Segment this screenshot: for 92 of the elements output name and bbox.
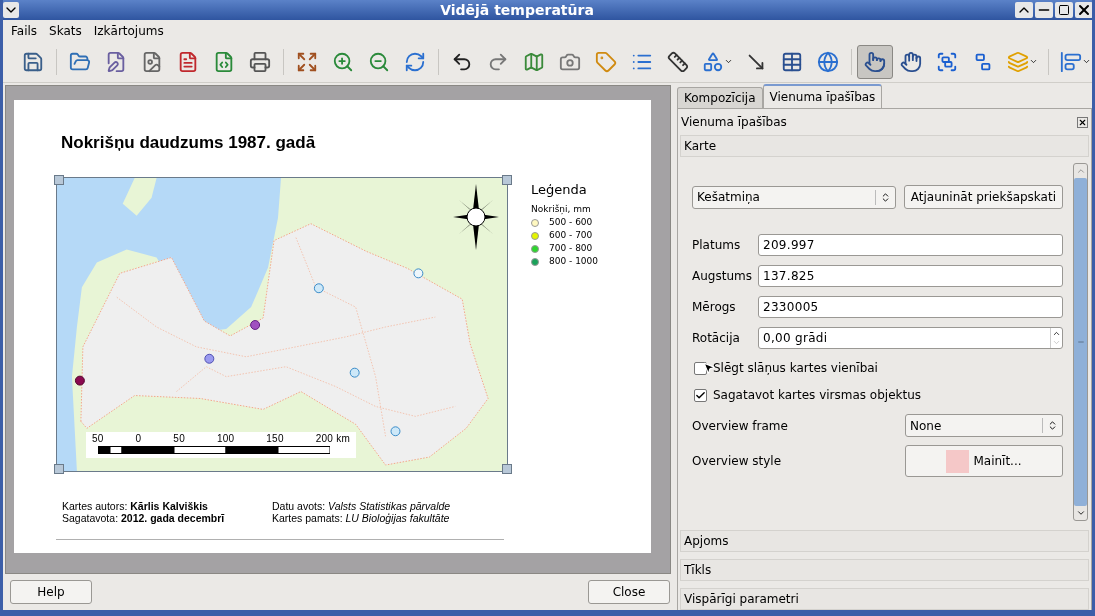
table-icon: [781, 50, 803, 73]
legend-label: 800 - 1000: [549, 254, 599, 268]
credit-text: Sagatavota: 2012. gada decembrī: [62, 512, 225, 524]
scale-label: 150: [266, 433, 284, 445]
resize-handle[interactable]: [502, 175, 512, 185]
preview-mode-select[interactable]: Kešatmiņa: [692, 185, 896, 209]
window-menu-icon[interactable]: [3, 2, 19, 18]
field-label: Augstums: [692, 268, 753, 285]
field-label: Rotācija: [692, 330, 741, 347]
section-header[interactable]: Tīkls: [680, 559, 1089, 581]
checkbox-label: Sagatavot kartes virsmas objektus: [713, 387, 922, 404]
text-field[interactable]: 209.997: [758, 234, 1063, 256]
hand-icon: [900, 50, 922, 73]
zoom-in-icon: [332, 50, 354, 73]
shapes-icon: [701, 50, 724, 73]
scrollbar[interactable]: [1073, 163, 1088, 521]
caret-icon: [1081, 57, 1091, 66]
change-style-button[interactable]: Mainīt...: [905, 445, 1063, 477]
grip-icon: [1076, 338, 1085, 346]
update-preview-button[interactable]: Atjaunināt priekšapskati: [903, 185, 1063, 209]
legend-label: 600 - 700: [549, 228, 593, 242]
align-icon: [1059, 50, 1082, 73]
zoom-out-icon: [368, 50, 390, 73]
scroll-down-icon[interactable]: [1075, 508, 1086, 518]
folder-icon: [69, 50, 91, 73]
menu-item[interactable]: Izkārtojums: [93, 21, 164, 40]
field-label: Overview style: [692, 453, 782, 470]
resize-handle[interactable]: [54, 175, 64, 185]
section-header[interactable]: Karte: [680, 135, 1089, 157]
panel-tab[interactable]: Kompozīcija: [677, 87, 763, 108]
checkbox[interactable]: [694, 388, 707, 402]
close-icon[interactable]: [1077, 116, 1088, 128]
section-header[interactable]: Vispārīgi parametri: [680, 588, 1089, 610]
edit-file-icon: [105, 50, 127, 73]
scroll-thumb[interactable]: [1074, 178, 1087, 506]
resize-handle[interactable]: [502, 464, 512, 474]
ruler-icon: [667, 50, 689, 73]
scale-label: 50: [92, 433, 104, 445]
window-title: Vidējā temperatūra: [439, 0, 595, 20]
pdf-file-icon: [177, 50, 199, 73]
toolbar-button[interactable]: [857, 44, 893, 79]
map-icon: [523, 50, 545, 73]
help-button[interactable]: Help: [10, 580, 92, 604]
close-button[interactable]: Close: [588, 580, 670, 604]
map-title: Nokrišņu daudzums 1987. gadā: [61, 132, 316, 154]
group-icon: [936, 50, 958, 73]
layers-icon: [1006, 50, 1029, 73]
panel-tab[interactable]: Vienuma īpašības: [762, 84, 883, 108]
menu-item[interactable]: Skats: [49, 21, 82, 40]
text-field[interactable]: 137.825: [758, 265, 1063, 287]
dock-title: Vienuma īpašības: [681, 114, 787, 131]
caret-icon: [1028, 57, 1038, 66]
overview-frame-select[interactable]: None: [905, 414, 1063, 437]
step-up-icon[interactable]: [1052, 329, 1061, 338]
field-label: Overview frame: [692, 417, 788, 435]
style-swatch: [946, 449, 970, 473]
credit-text: Kartes pamats: LU Bioloģijas fakultāte: [272, 512, 451, 524]
refresh-icon: [404, 50, 426, 73]
legend-title: Leģenda: [531, 181, 588, 199]
legend-label: 700 - 800: [549, 241, 593, 255]
save-icon: [22, 50, 44, 73]
image-file-icon: [141, 50, 163, 73]
scale-label: 200 km: [315, 433, 350, 445]
section-header[interactable]: Apjoms: [680, 530, 1089, 552]
spinner-icon: [1047, 420, 1058, 431]
printer-icon: [249, 50, 271, 73]
scale-label: 50: [173, 433, 185, 445]
menu-item[interactable]: Fails: [11, 21, 38, 40]
resize-handle[interactable]: [54, 464, 64, 474]
minimize-icon[interactable]: [1035, 2, 1053, 18]
spinner-icon: [880, 191, 891, 203]
shade-icon[interactable]: [1015, 2, 1033, 18]
globe-icon: [817, 50, 839, 73]
pointer-hand-icon: [864, 50, 886, 73]
caret-icon: [723, 57, 733, 66]
field-label: Mērogs: [692, 299, 737, 316]
tag-icon: [595, 50, 617, 73]
legend-subtitle: Nokrišņi, mm: [531, 202, 592, 216]
close-icon[interactable]: [1075, 2, 1092, 18]
check-icon: [695, 389, 706, 401]
checkbox-label: Slēgt slāņus kartes vienībai: [713, 360, 878, 377]
field-label: Platums: [692, 237, 742, 254]
text-field[interactable]: 2330005: [758, 296, 1063, 318]
maximize-icon[interactable]: [1055, 2, 1073, 18]
scale-label: 100: [216, 433, 235, 445]
code-file-icon: [213, 50, 235, 73]
credit-text: Kartes autors: Kārlis Kalviškis: [62, 500, 209, 512]
expand-zoom-icon: [296, 50, 318, 73]
scale-label: 0: [135, 433, 142, 445]
spin-field[interactable]: 0,00 grādi: [758, 327, 1063, 349]
credit-text: Datu avots: Valsts Statistikas pārvalde: [272, 500, 451, 512]
legend-label: 500 - 600: [549, 215, 593, 229]
